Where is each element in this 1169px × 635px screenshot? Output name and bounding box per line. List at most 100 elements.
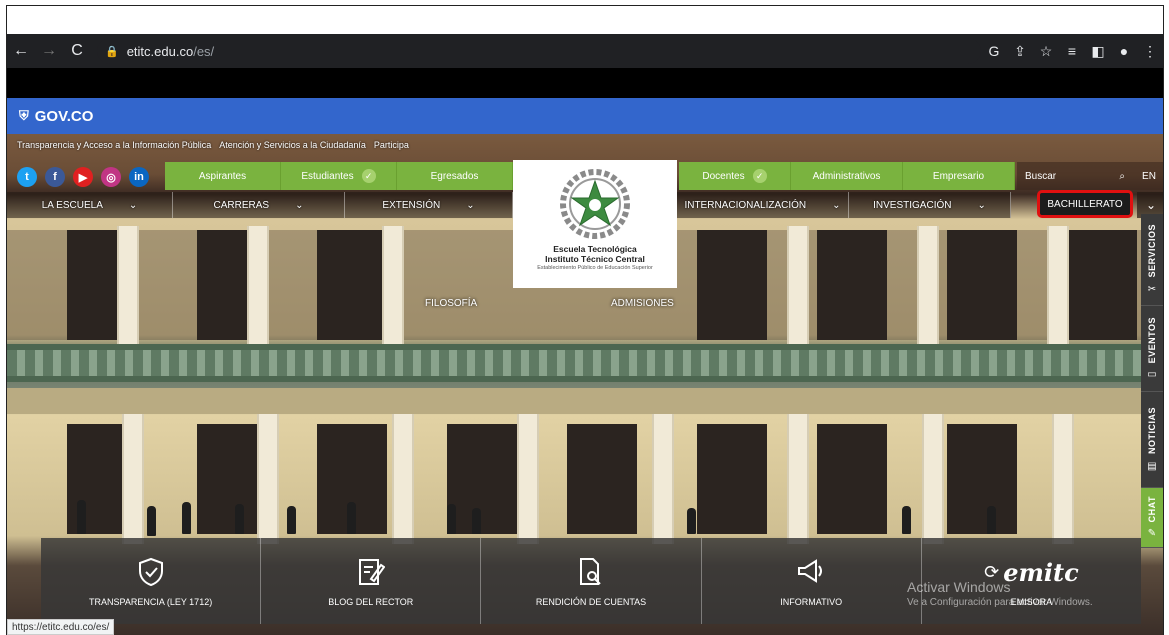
nav-carreras[interactable]: CARRERAS ⌄ <box>173 192 345 218</box>
reload-icon[interactable]: C <box>63 34 91 68</box>
quick-link-blog[interactable]: BLOG DEL RECTOR <box>261 538 482 624</box>
audience-estudiantes[interactable]: Estudiantes ✓ <box>281 162 397 190</box>
person <box>687 508 696 534</box>
side-tab-label: SERVICIOS <box>1147 224 1157 278</box>
watermark-line2: Ve a Configuración para activar Windows. <box>907 597 1093 608</box>
nav-label: INVESTIGACIÓN <box>873 199 952 211</box>
top-link-participa[interactable]: Participa <box>374 140 409 156</box>
pillar <box>122 414 144 544</box>
nav-la-escuela[interactable]: LA ESCUELA ⌄ <box>7 192 173 218</box>
edit-document-icon <box>357 555 385 589</box>
hero-section: Transparencia y Acceso a la Información … <box>7 134 1163 635</box>
nav-bachillerato[interactable]: BACHILLERATO <box>1037 190 1133 218</box>
chevron-down-icon: ⌄ <box>295 199 304 211</box>
audience-label: Aspirantes <box>198 170 247 182</box>
quick-link-informativo[interactable]: INFORMATIVO <box>702 538 922 624</box>
windows-activation-watermark: Activar Windows Ve a Configuración para … <box>907 579 1093 608</box>
chat-icon: ✎ <box>1147 528 1157 540</box>
chevron-down-icon: ⌄ <box>128 199 138 211</box>
side-tab-label: EVENTOS <box>1147 316 1157 364</box>
menu-kebab-icon[interactable]: ⋮ <box>1137 34 1163 68</box>
pillar <box>922 414 944 544</box>
hero-link-admisiones[interactable]: ADMISIONES <box>611 298 674 309</box>
audience-label: Empresario <box>932 170 985 182</box>
lower-window-1 <box>67 424 127 534</box>
person <box>182 502 191 534</box>
nav-extension[interactable]: EXTENSIÓN ⌄ <box>345 192 513 218</box>
quick-link-label: RENDICIÓN DE CUENTAS <box>535 597 647 607</box>
side-tab-noticias[interactable]: NOTICIAS ▤ <box>1141 392 1163 488</box>
person <box>77 500 86 534</box>
quick-link-label: TRANSPARENCIA (LEY 1712) <box>88 597 213 607</box>
twitter-icon[interactable]: t <box>17 167 37 187</box>
institution-logo[interactable]: Escuela Tecnológica Instituto Técnico Ce… <box>513 160 677 288</box>
chevron-down-icon: ⌄ <box>832 199 841 211</box>
gear-star-logo-icon <box>560 169 630 239</box>
facebook-icon[interactable]: f <box>45 167 65 187</box>
nav-label: LA ESCUELA <box>41 199 103 211</box>
hero-link-filosofia[interactable]: FILOSOFÍA <box>425 298 477 309</box>
logo-line3: Establecimiento Público de Educación Sup… <box>537 265 653 271</box>
audience-egresados[interactable]: Egresados <box>397 162 513 190</box>
lower-window-7 <box>817 424 887 534</box>
url-path: /es/ <box>193 43 215 59</box>
address-bar[interactable]: 🔒 etitc.edu.co /es/ <box>97 38 981 64</box>
chevron-down-icon: ⌄ <box>977 199 986 211</box>
quick-link-rendicion[interactable]: RENDICIÓN DE CUENTAS <box>481 538 702 624</box>
search-input[interactable]: Buscar ⌕ <box>1017 162 1133 190</box>
nav-label: CARRERAS <box>213 199 270 211</box>
linkedin-icon[interactable]: in <box>129 167 149 187</box>
pillar <box>652 414 674 544</box>
nav-label: BACHILLERATO <box>1047 198 1123 210</box>
back-icon[interactable]: ← <box>7 34 35 68</box>
side-tab-chat[interactable]: CHAT ✎ <box>1141 488 1163 548</box>
nav-investigacion[interactable]: INVESTIGACIÓN ⌄ <box>849 192 1011 218</box>
audience-empresario[interactable]: Empresario <box>903 162 1015 190</box>
audience-bar-left: Aspirantes Estudiantes ✓ Egresados <box>165 162 513 190</box>
share-icon[interactable]: ⇪ <box>1007 34 1033 68</box>
pillar <box>517 414 539 544</box>
profile-avatar[interactable]: ● <box>1111 34 1137 68</box>
news-icon: ▤ <box>1147 460 1157 472</box>
window-6 <box>947 230 1017 340</box>
top-margin <box>7 6 1163 34</box>
pillar <box>787 414 809 544</box>
side-tab-servicios[interactable]: SERVICIOS ✂ <box>1141 214 1163 306</box>
person <box>447 504 456 534</box>
check-icon: ✓ <box>752 169 767 183</box>
lock-icon[interactable]: 🔒 <box>105 45 119 58</box>
audience-docentes[interactable]: Docentes ✓ <box>679 162 791 190</box>
pillar <box>382 226 404 352</box>
document-search-icon <box>577 555 605 589</box>
url-host: etitc.edu.co <box>126 43 194 59</box>
forward-icon[interactable]: → <box>35 34 63 68</box>
side-panel-icon[interactable]: ◧ <box>1085 34 1111 68</box>
tools-icon: ✂ <box>1147 283 1157 295</box>
language-switch[interactable]: EN <box>1133 162 1163 190</box>
audience-administrativos[interactable]: Administrativos <box>791 162 903 190</box>
instagram-icon[interactable]: ◎ <box>101 167 121 187</box>
side-tab-eventos[interactable]: EVENTOS ▭ <box>1141 306 1163 392</box>
balcony-floor <box>7 388 1163 414</box>
lower-window-2 <box>197 424 257 534</box>
gov-co-label[interactable]: GOV.CO <box>35 108 94 125</box>
quick-link-transparencia[interactable]: TRANSPARENCIA (LEY 1712) <box>41 538 262 624</box>
nav-internacionalizacion[interactable]: INTERNACIONALIZACIÓN ⌄ <box>677 192 849 218</box>
bookmark-star-icon[interactable]: ☆ <box>1033 34 1059 68</box>
pillar <box>1047 226 1069 352</box>
person <box>147 506 156 536</box>
top-link-atencion[interactable]: Atención y Servicios a la Ciudadanía <box>219 140 366 156</box>
nav-label: EXTENSIÓN <box>382 199 441 211</box>
google-icon[interactable]: G <box>981 34 1007 68</box>
black-bar <box>7 68 1163 98</box>
reading-list-icon[interactable]: ≡ <box>1059 34 1085 68</box>
top-link-transparencia[interactable]: Transparencia y Acceso a la Información … <box>17 140 211 156</box>
audience-aspirantes[interactable]: Aspirantes <box>165 162 281 190</box>
quick-link-label: INFORMATIVO <box>780 597 843 607</box>
check-icon: ✓ <box>361 169 376 183</box>
screenshot-frame: ← → C 🔒 etitc.edu.co /es/ G ⇪ ☆ ≡ ◧ ● ⋮ … <box>6 5 1164 635</box>
logo-line2: Instituto Técnico Central <box>545 254 645 264</box>
youtube-icon[interactable]: ▶ <box>73 167 93 187</box>
search-icon[interactable]: ⌕ <box>1119 171 1125 182</box>
window-3 <box>317 230 387 340</box>
